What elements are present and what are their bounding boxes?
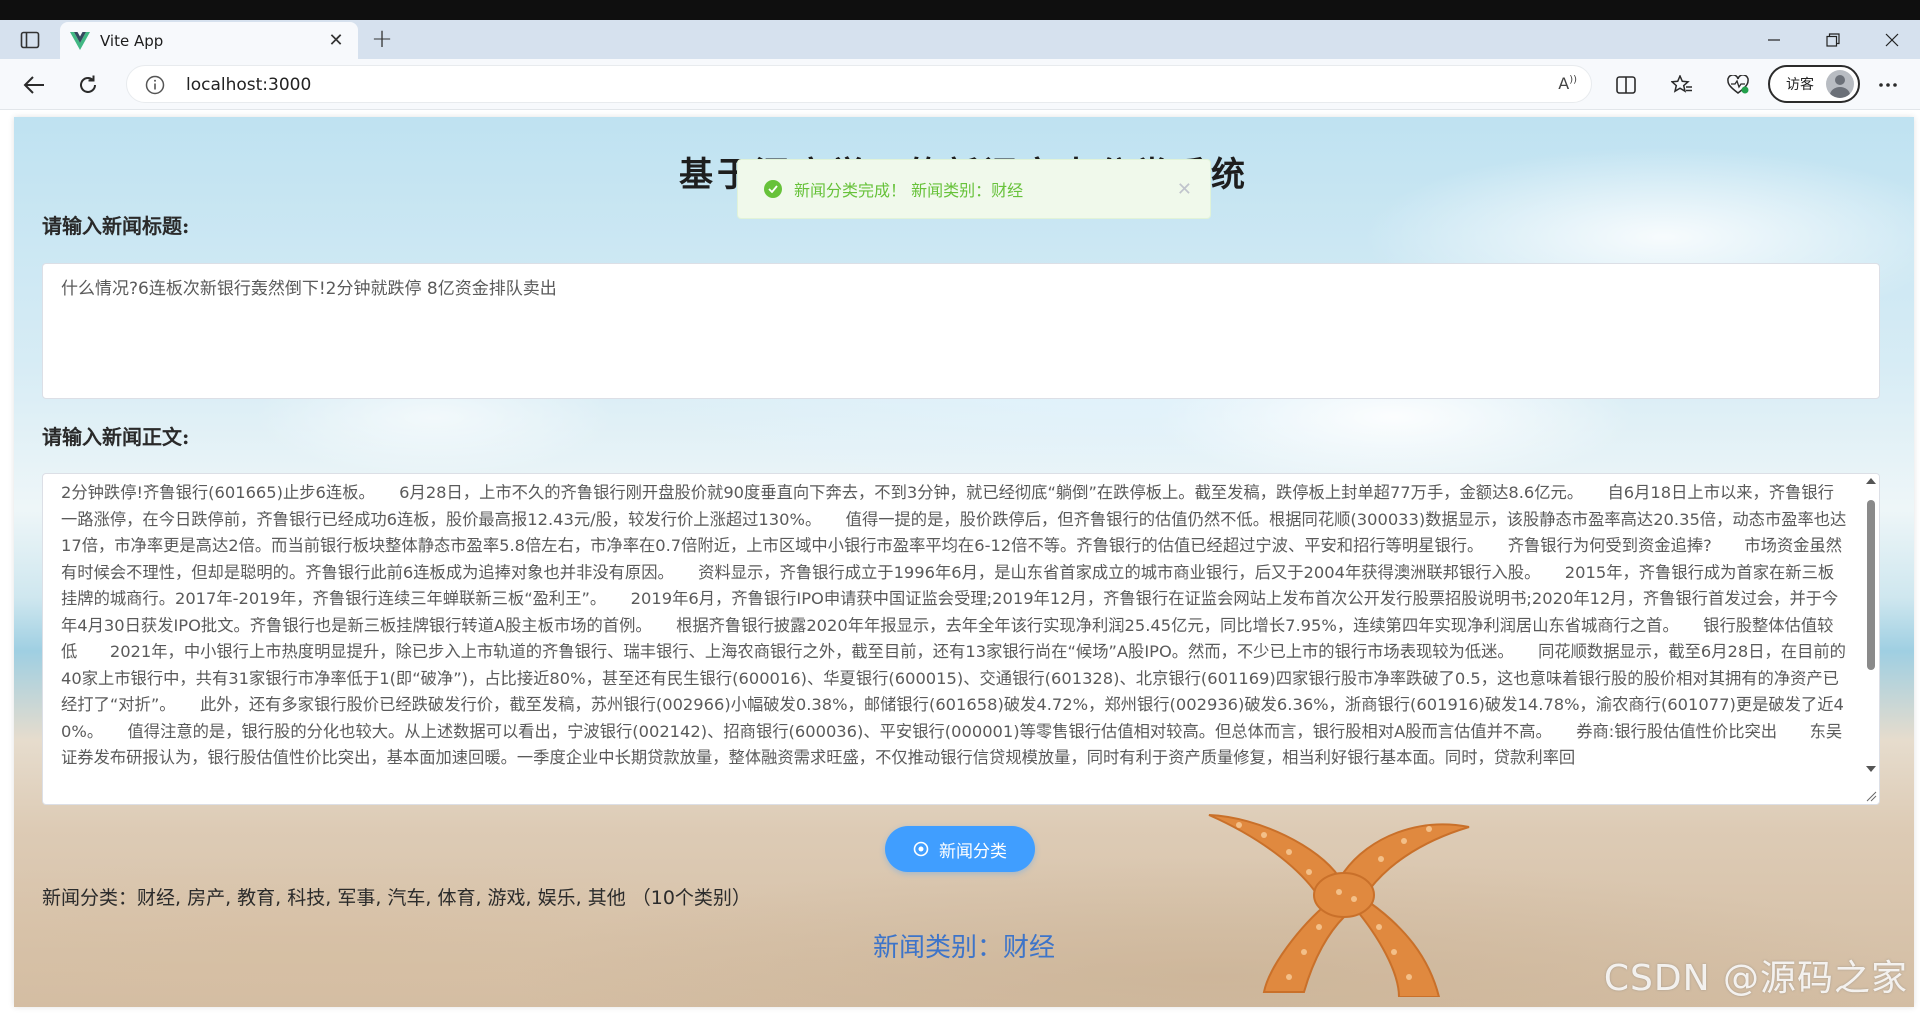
favorites-star-icon bbox=[1671, 75, 1692, 93]
close-window-icon bbox=[1885, 33, 1899, 46]
scroll-down-arrow-icon[interactable] bbox=[1866, 766, 1876, 772]
starfish-decoration bbox=[1208, 814, 1470, 997]
read-aloud-icon[interactable]: A)) bbox=[1558, 74, 1577, 93]
profile-button[interactable]: 访客 bbox=[1768, 65, 1860, 103]
vite-logo-icon bbox=[70, 31, 90, 50]
success-toast: 新闻分类完成！ 新闻类别：财经 ✕ bbox=[737, 159, 1211, 219]
news-content-text: 2分钟跌停!齐鲁银行(601665)止步6连板。 6月28日，上市不久的齐鲁银行… bbox=[61, 483, 1847, 767]
news-title-textarea[interactable]: 什么情况?6连板次新银行轰然倒下!2分钟就跌停 8亿资金排队卖出 bbox=[42, 263, 1880, 399]
scroll-up-arrow-icon[interactable] bbox=[1866, 478, 1876, 484]
tab-actions-icon bbox=[20, 31, 40, 49]
success-check-icon bbox=[764, 180, 782, 198]
classify-button-label: 新闻分类 bbox=[939, 841, 1007, 862]
restore-button[interactable] bbox=[1805, 20, 1861, 59]
minimize-button[interactable] bbox=[1746, 20, 1802, 59]
navigation-bar: localhost:3000 A)) 访客 bbox=[0, 59, 1920, 110]
close-window-button[interactable] bbox=[1864, 20, 1920, 59]
settings-more-button[interactable] bbox=[1872, 70, 1904, 100]
minimize-icon bbox=[1768, 38, 1780, 41]
categories-list: 新闻分类：财经, 房产, 教育, 科技, 军事, 汽车, 体育, 游戏, 娱乐,… bbox=[42, 887, 751, 909]
address-bar[interactable]: localhost:3000 A)) bbox=[126, 65, 1592, 103]
avatar bbox=[1826, 70, 1854, 98]
scrollbar-thumb[interactable] bbox=[1867, 500, 1875, 670]
browser-essentials-button[interactable] bbox=[1722, 70, 1754, 100]
refresh-icon bbox=[80, 75, 96, 93]
heart-pulse-icon bbox=[1727, 75, 1749, 94]
resize-grip-icon[interactable] bbox=[1865, 790, 1877, 802]
toast-message: 新闻分类完成！ 新闻类别：财经 bbox=[794, 181, 1024, 200]
refresh-button[interactable] bbox=[72, 70, 104, 100]
back-arrow-icon bbox=[23, 76, 44, 94]
content-scrollbar[interactable] bbox=[1863, 474, 1879, 804]
tab-close-icon[interactable]: ✕ bbox=[324, 30, 348, 51]
split-screen-button[interactable] bbox=[1610, 70, 1642, 100]
more-dots-icon bbox=[1879, 83, 1897, 87]
window-top-strip bbox=[0, 0, 1920, 20]
tab-title: Vite App bbox=[100, 31, 164, 50]
favorites-button[interactable] bbox=[1666, 70, 1698, 100]
tab-bar: Vite App ✕ + bbox=[0, 20, 1920, 59]
tab-actions-button[interactable] bbox=[16, 28, 44, 52]
page-viewport: 基于深度学习的新闻文本分类系统 请输入新闻标题: 什么情况?6连板次新银行轰然倒… bbox=[0, 111, 1920, 1030]
profile-label: 访客 bbox=[1786, 77, 1814, 93]
content-label: 请输入新闻正文: bbox=[42, 425, 190, 449]
toast-close-icon[interactable]: ✕ bbox=[1177, 179, 1192, 200]
split-screen-icon bbox=[1616, 76, 1636, 94]
browser-tab-active[interactable]: Vite App ✕ bbox=[60, 22, 358, 59]
url-text[interactable]: localhost:3000 bbox=[186, 75, 311, 95]
watermark: CSDN @源码之家 bbox=[1603, 958, 1908, 999]
news-content-textarea[interactable]: 2分钟跌停!齐鲁银行(601665)止步6连板。 6月28日，上市不久的齐鲁银行… bbox=[42, 473, 1880, 805]
app-container: 基于深度学习的新闻文本分类系统 请输入新闻标题: 什么情况?6连板次新银行轰然倒… bbox=[14, 117, 1914, 1007]
classify-button[interactable]: 新闻分类 bbox=[885, 826, 1035, 872]
new-tab-button[interactable]: + bbox=[368, 26, 396, 54]
back-button[interactable] bbox=[18, 70, 50, 100]
restore-icon bbox=[1826, 32, 1840, 47]
site-info-icon[interactable] bbox=[145, 75, 165, 95]
title-label: 请输入新闻标题: bbox=[42, 214, 190, 238]
classify-icon bbox=[913, 841, 929, 857]
